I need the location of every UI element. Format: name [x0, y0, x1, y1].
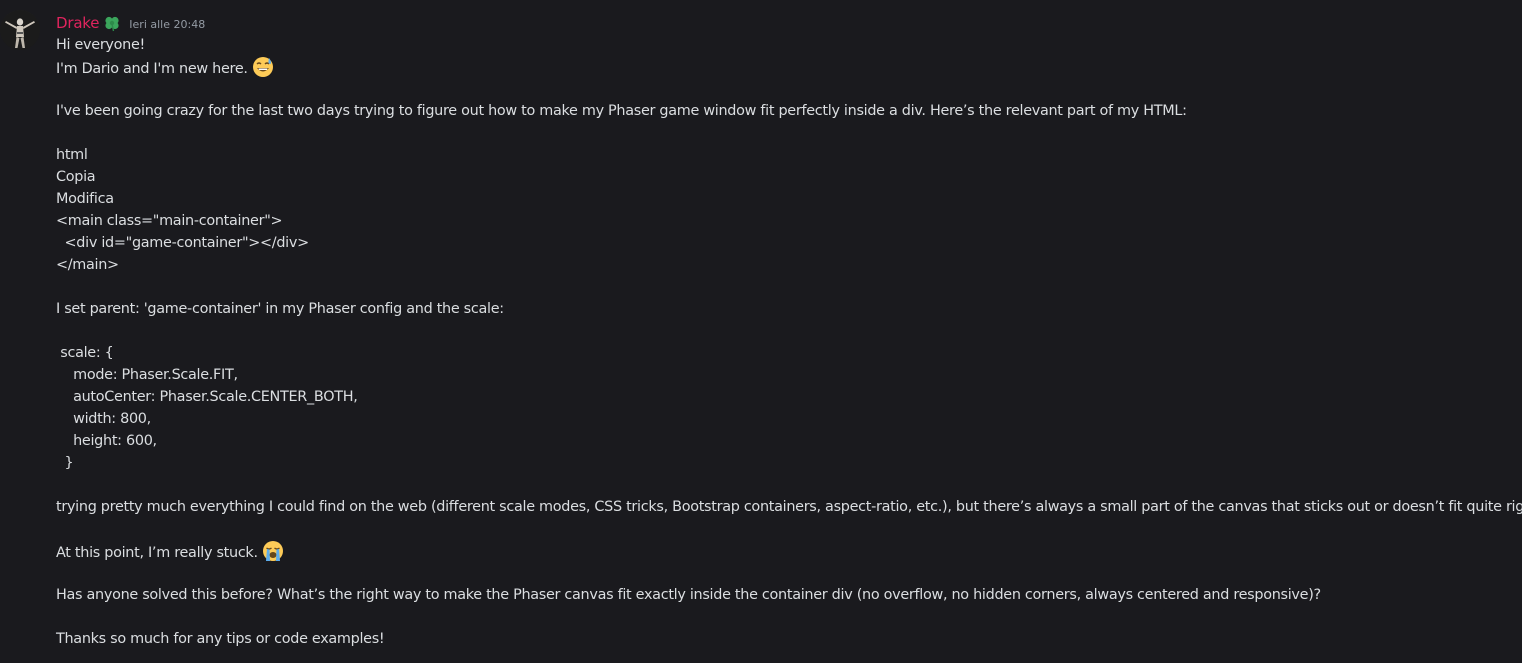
- message-line: Copia: [56, 169, 96, 185]
- loudly-crying-emoji: [262, 540, 284, 562]
- message-line: Modifica: [56, 191, 114, 207]
- message-content: Hi everyone! I'm Dario and I'm new here.…: [56, 34, 1522, 650]
- message-header: Drake Ieri alle 20:48: [56, 12, 205, 34]
- chat-message: Drake Ieri alle 20:48 Hi everyone! I'm D…: [0, 0, 1522, 663]
- message-line: Thanks so much for any tips or code exam…: [56, 631, 385, 647]
- message-line-with-emoji: I'm Dario and I'm new here.: [56, 56, 1516, 78]
- message-line: trying pretty much everything I could fi…: [56, 499, 1522, 515]
- green-clover-icon[interactable]: [103, 14, 121, 32]
- message-text: I'm Dario and I'm new here.: [56, 61, 248, 77]
- message-line: I've been going crazy for the last two d…: [56, 103, 1187, 119]
- message-line: I set parent: 'game-container' in my Pha…: [56, 301, 504, 317]
- code-line: width: 800,: [56, 411, 151, 427]
- code-line: autoCenter: Phaser.Scale.CENTER_BOTH,: [56, 389, 358, 405]
- message-line: Has anyone solved this before? What’s th…: [56, 587, 1321, 603]
- code-line: <main class="main-container">: [56, 213, 283, 229]
- username[interactable]: Drake: [56, 14, 99, 32]
- avatar-image: [0, 10, 40, 50]
- message-line-with-emoji: At this point, I’m really stuck.: [56, 540, 1516, 562]
- code-line: }: [56, 455, 74, 471]
- code-line: mode: Phaser.Scale.FIT,: [56, 367, 238, 383]
- timestamp[interactable]: Ieri alle 20:48: [129, 15, 205, 31]
- grinning-sweat-emoji: [252, 56, 274, 78]
- code-line: </main>: [56, 257, 119, 273]
- message-text: At this point, I’m really stuck.: [56, 545, 258, 561]
- code-line: scale: {: [56, 345, 114, 361]
- message-line: Hi everyone!: [56, 37, 145, 53]
- avatar[interactable]: [0, 10, 40, 50]
- code-line: <div id="game-container"></div>: [56, 235, 310, 251]
- message-line: html: [56, 147, 88, 163]
- code-line: height: 600,: [56, 433, 157, 449]
